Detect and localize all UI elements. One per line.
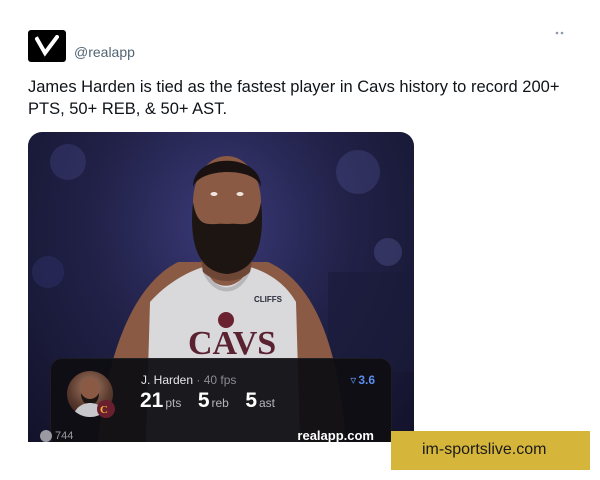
cavs-logo-icon: C [97, 400, 115, 418]
views-icon [40, 430, 52, 442]
tweet-media-image[interactable]: CLIFFS CAVS C J. Harden · 40 fps ▿ 3.6 21… [28, 132, 414, 442]
player-rating: ▿ 3.6 [350, 373, 375, 387]
jersey-team: CAVS [188, 325, 276, 362]
stat-points-label: pts [165, 396, 182, 410]
views-count: 744 [55, 430, 74, 442]
stat-rebounds-label: reb [211, 396, 229, 410]
rating-chevron-icon: ▿ [350, 373, 357, 387]
media-footer: 744 realapp.com [28, 422, 414, 442]
logo-mark [35, 35, 59, 57]
stat-assists-label: ast [259, 396, 276, 410]
rating-value: 3.6 [358, 373, 375, 387]
more-icon[interactable] [554, 30, 568, 40]
account-handle[interactable]: @realapp [74, 44, 135, 60]
realapp-logo-icon[interactable] [28, 30, 66, 62]
stat-assists: 5 [245, 389, 257, 412]
watermark-text: im-sportslive.com [422, 441, 547, 458]
tweet-text: James Harden is tied as the fastest play… [28, 78, 560, 118]
player-fps: · 40 fps [196, 373, 237, 387]
stat-line: 21 pts 5 reb 5 ast [140, 389, 287, 413]
stat-points: 21 [140, 389, 164, 412]
player-name: J. Harden [141, 373, 194, 387]
stat-rebounds: 5 [197, 389, 210, 412]
jersey-brand: CLIFFS [254, 295, 283, 304]
player-name-line: J. Harden · 40 fps [141, 373, 236, 387]
svg-text:C: C [100, 404, 108, 416]
site-url-link[interactable]: realapp.com [297, 428, 374, 442]
watermark-banner: im-sportslive.com [391, 431, 590, 470]
tweet-header: @realapp [28, 30, 568, 64]
